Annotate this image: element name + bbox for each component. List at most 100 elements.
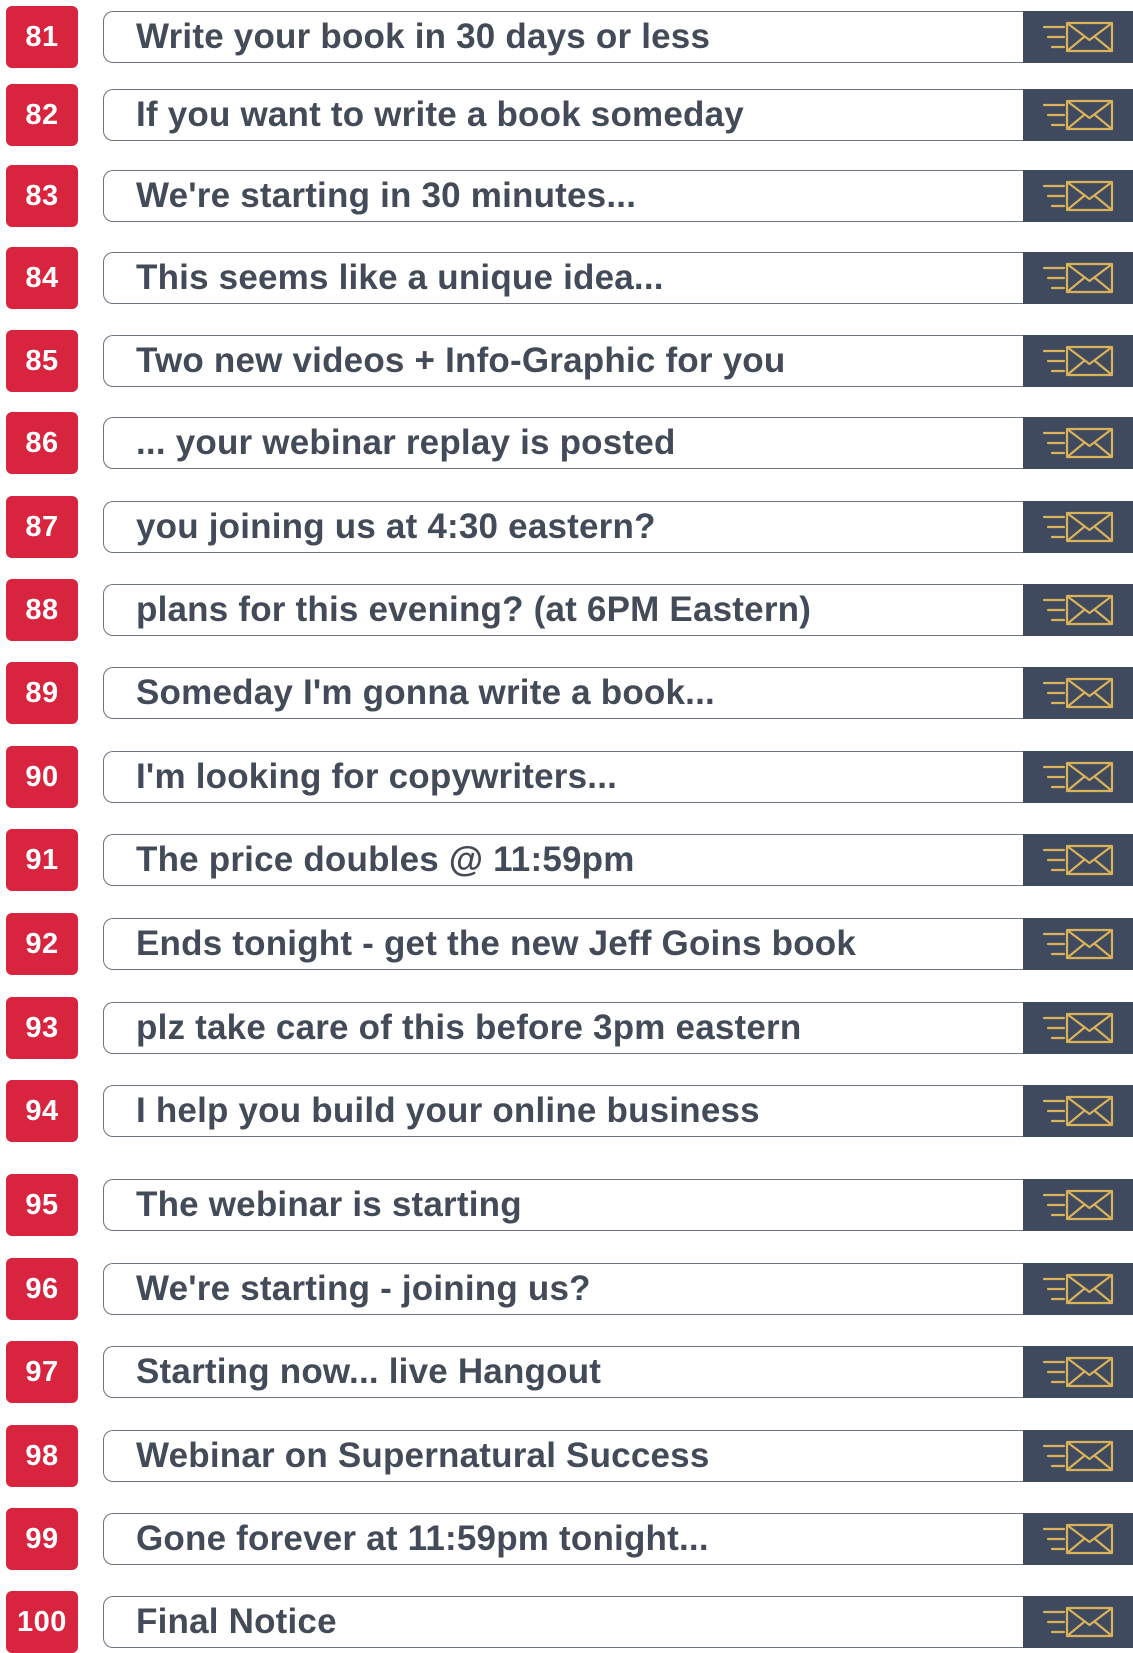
list-item: 86 ... your webinar replay is posted bbox=[0, 412, 1133, 474]
list-item: 92 Ends tonight - get the new Jeff Goins… bbox=[0, 913, 1133, 975]
item-number-badge: 100 bbox=[6, 1591, 78, 1653]
subject-line-box: Write your book in 30 days or less bbox=[103, 11, 1023, 63]
send-mail-icon bbox=[1038, 260, 1118, 296]
subject-line-box: We're starting - joining us? bbox=[103, 1263, 1023, 1315]
list-item: 83 We're starting in 30 minutes... bbox=[0, 165, 1133, 227]
send-mail-icon bbox=[1038, 926, 1118, 962]
send-mail-button[interactable] bbox=[1023, 751, 1133, 803]
subject-line-box: Final Notice bbox=[103, 1596, 1023, 1648]
subject-line-box: I'm looking for copywriters... bbox=[103, 751, 1023, 803]
send-mail-icon bbox=[1038, 97, 1118, 133]
send-mail-button[interactable] bbox=[1023, 1002, 1133, 1054]
send-mail-button[interactable] bbox=[1023, 1085, 1133, 1137]
list-item: 87 you joining us at 4:30 eastern? bbox=[0, 496, 1133, 558]
list-item: 90 I'm looking for copywriters... bbox=[0, 746, 1133, 808]
send-mail-button[interactable] bbox=[1023, 584, 1133, 636]
subject-line-box: If you want to write a book someday bbox=[103, 89, 1023, 141]
send-mail-button[interactable] bbox=[1023, 667, 1133, 719]
subject-line-text: Starting now... live Hangout bbox=[136, 1352, 602, 1391]
send-mail-icon bbox=[1038, 1521, 1118, 1557]
subject-line-text: The price doubles @ 11:59pm bbox=[136, 840, 635, 879]
subject-line-text: you joining us at 4:30 eastern? bbox=[136, 507, 656, 546]
send-mail-icon bbox=[1038, 1010, 1118, 1046]
item-number-badge: 84 bbox=[6, 247, 78, 309]
subject-line-text: Final Notice bbox=[136, 1602, 337, 1641]
send-mail-icon bbox=[1038, 592, 1118, 628]
send-mail-icon bbox=[1038, 509, 1118, 545]
item-number-badge: 96 bbox=[6, 1258, 78, 1320]
item-number-badge: 93 bbox=[6, 997, 78, 1059]
send-mail-button[interactable] bbox=[1023, 170, 1133, 222]
send-mail-icon bbox=[1038, 675, 1118, 711]
item-number-badge: 89 bbox=[6, 662, 78, 724]
subject-line-box: We're starting in 30 minutes... bbox=[103, 170, 1023, 222]
send-mail-button[interactable] bbox=[1023, 89, 1133, 141]
send-mail-button[interactable] bbox=[1023, 335, 1133, 387]
send-mail-button[interactable] bbox=[1023, 1596, 1133, 1648]
send-mail-button[interactable] bbox=[1023, 1513, 1133, 1565]
subject-line-box: This seems like a unique idea... bbox=[103, 252, 1023, 304]
list-item: 95 The webinar is starting bbox=[0, 1174, 1133, 1236]
send-mail-button[interactable] bbox=[1023, 252, 1133, 304]
send-mail-icon bbox=[1038, 1187, 1118, 1223]
send-mail-button[interactable] bbox=[1023, 11, 1133, 63]
item-number-badge: 86 bbox=[6, 412, 78, 474]
subject-line-text: This seems like a unique idea... bbox=[136, 258, 664, 297]
subject-line-text: We're starting in 30 minutes... bbox=[136, 176, 637, 215]
subject-line-box: I help you build your online business bbox=[103, 1085, 1023, 1137]
subject-line-text: Two new videos + Info-Graphic for you bbox=[136, 341, 786, 380]
subject-line-text: If you want to write a book someday bbox=[136, 95, 744, 134]
send-mail-icon bbox=[1038, 1604, 1118, 1640]
subject-line-text: I help you build your online business bbox=[136, 1091, 760, 1130]
subject-line-box: Two new videos + Info-Graphic for you bbox=[103, 335, 1023, 387]
subject-line-text: Someday I'm gonna write a book... bbox=[136, 673, 715, 712]
send-mail-icon bbox=[1038, 1093, 1118, 1129]
subject-line-box: Someday I'm gonna write a book... bbox=[103, 667, 1023, 719]
send-mail-button[interactable] bbox=[1023, 1346, 1133, 1398]
subject-line-box: The webinar is starting bbox=[103, 1179, 1023, 1231]
subject-line-text: I'm looking for copywriters... bbox=[136, 757, 618, 796]
list-item: 97 Starting now... live Hangout bbox=[0, 1341, 1133, 1403]
list-item: 100 Final Notice bbox=[0, 1591, 1133, 1653]
subject-line-text: We're starting - joining us? bbox=[136, 1269, 591, 1308]
list-item: 93 plz take care of this before 3pm east… bbox=[0, 997, 1133, 1059]
item-number-badge: 81 bbox=[6, 6, 78, 68]
subject-line-box: Starting now... live Hangout bbox=[103, 1346, 1023, 1398]
subject-line-box: Ends tonight - get the new Jeff Goins bo… bbox=[103, 918, 1023, 970]
item-number-badge: 99 bbox=[6, 1508, 78, 1570]
list-item: 85 Two new videos + Info-Graphic for you bbox=[0, 330, 1133, 392]
item-number-badge: 95 bbox=[6, 1174, 78, 1236]
item-number-badge: 98 bbox=[6, 1425, 78, 1487]
subject-line-text: Gone forever at 11:59pm tonight... bbox=[136, 1519, 709, 1558]
send-mail-button[interactable] bbox=[1023, 501, 1133, 553]
item-number-badge: 85 bbox=[6, 330, 78, 392]
send-mail-button[interactable] bbox=[1023, 918, 1133, 970]
subject-line-box: The price doubles @ 11:59pm bbox=[103, 834, 1023, 886]
item-number-badge: 91 bbox=[6, 829, 78, 891]
list-item: 98 Webinar on Supernatural Success bbox=[0, 1425, 1133, 1487]
item-number-badge: 90 bbox=[6, 746, 78, 808]
subject-line-text: The webinar is starting bbox=[136, 1185, 522, 1224]
list-item: 99 Gone forever at 11:59pm tonight... bbox=[0, 1508, 1133, 1570]
subject-line-text: Webinar on Supernatural Success bbox=[136, 1436, 710, 1475]
send-mail-button[interactable] bbox=[1023, 417, 1133, 469]
send-mail-icon bbox=[1038, 178, 1118, 214]
subject-line-box: Gone forever at 11:59pm tonight... bbox=[103, 1513, 1023, 1565]
item-number-badge: 97 bbox=[6, 1341, 78, 1403]
send-mail-button[interactable] bbox=[1023, 1430, 1133, 1482]
list-item: 94 I help you build your online business bbox=[0, 1080, 1133, 1142]
send-mail-icon bbox=[1038, 343, 1118, 379]
send-mail-icon bbox=[1038, 19, 1118, 55]
subject-line-box: Webinar on Supernatural Success bbox=[103, 1430, 1023, 1482]
list-item: 91 The price doubles @ 11:59pm bbox=[0, 829, 1133, 891]
send-mail-button[interactable] bbox=[1023, 1263, 1133, 1315]
list-item: 81 Write your book in 30 days or less bbox=[0, 6, 1133, 68]
item-number-badge: 92 bbox=[6, 913, 78, 975]
send-mail-button[interactable] bbox=[1023, 1179, 1133, 1231]
item-number-badge: 88 bbox=[6, 579, 78, 641]
send-mail-button[interactable] bbox=[1023, 834, 1133, 886]
subject-line-box: ... your webinar replay is posted bbox=[103, 417, 1023, 469]
subject-line-text: plz take care of this before 3pm eastern bbox=[136, 1008, 802, 1047]
list-item: 82 If you want to write a book someday bbox=[0, 84, 1133, 146]
subject-line-text: plans for this evening? (at 6PM Eastern) bbox=[136, 590, 812, 629]
